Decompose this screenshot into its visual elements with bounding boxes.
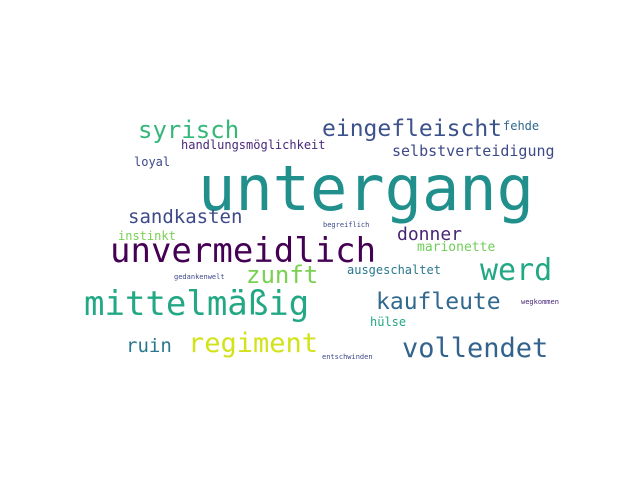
word-4: vollendet	[402, 333, 549, 364]
word-11: sandkasten	[128, 206, 243, 228]
word-22: begreiflich	[323, 221, 370, 229]
word-6: regiment	[188, 328, 319, 359]
word-3: mittelmäßig	[84, 284, 310, 324]
word-25: entschwinden	[322, 353, 373, 361]
word-12: ruin	[126, 335, 172, 357]
word-23: gedankenwelt	[174, 273, 225, 281]
word-21: fehde	[503, 119, 540, 133]
word-19: instinkt	[118, 229, 176, 243]
word-10: zunft	[246, 261, 319, 289]
word-cloud: untergang unvermeidlich mittelmäßig vollend…	[0, 0, 640, 480]
word-15: handlungsmöglichkeit	[181, 138, 326, 152]
word-8: eingefleischt	[322, 116, 503, 142]
word-16: marionette	[417, 240, 496, 255]
word-17: ausgeschaltet	[347, 263, 441, 277]
word-7: kaufleute	[376, 289, 501, 315]
word-18: hülse	[370, 315, 407, 329]
word-5: werd	[480, 253, 553, 288]
word-1: untergang	[198, 152, 534, 225]
word-14: selbstverteidigung	[392, 142, 555, 160]
word-24: wegkommen	[521, 298, 559, 306]
word-20: loyal	[134, 155, 171, 169]
